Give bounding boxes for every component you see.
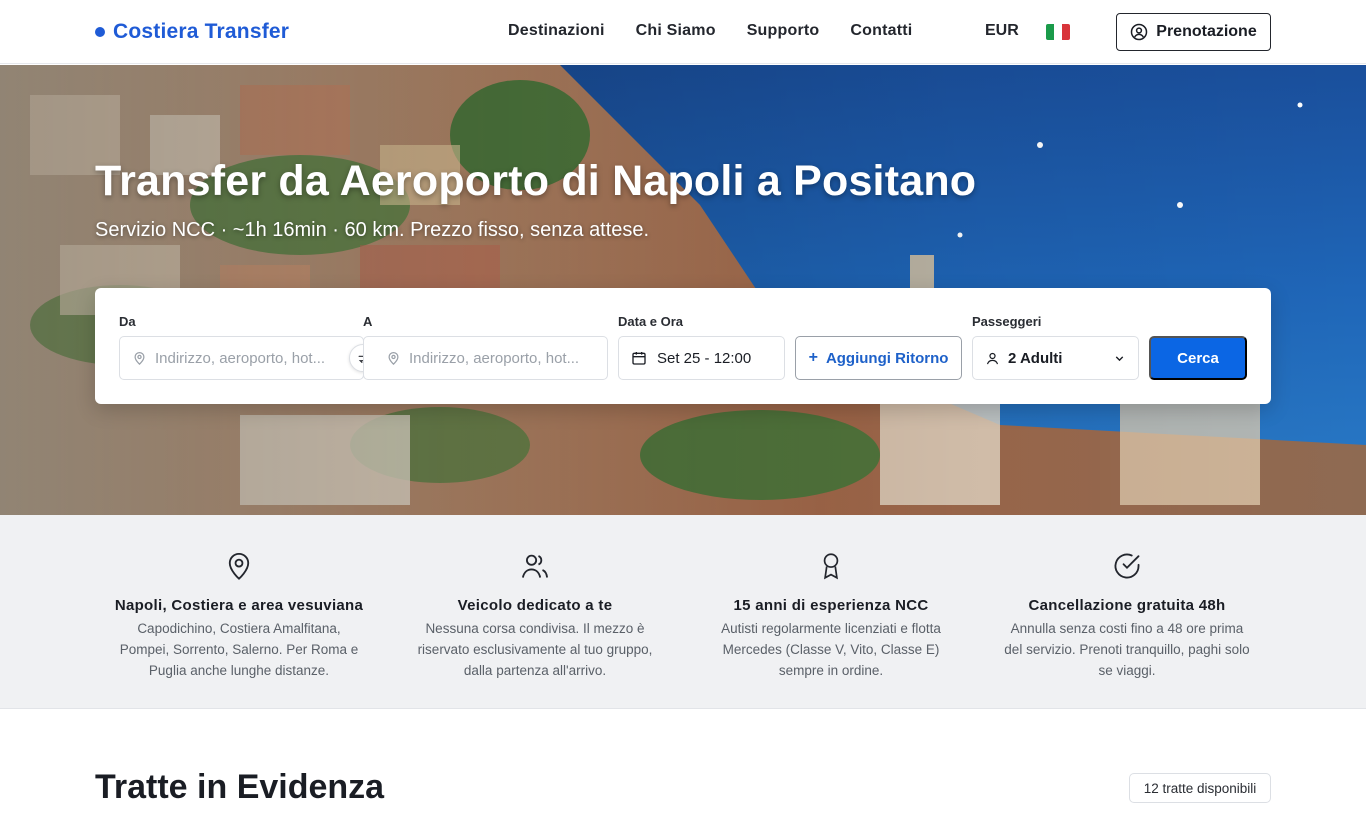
nav-item-contatti[interactable]: Contatti (850, 22, 912, 40)
top-header: Costiera Transfer Destinazioni Chi Siamo… (0, 0, 1366, 64)
to-input[interactable]: Indirizzo, aeroporto, hot... (409, 350, 589, 367)
nav-item-destinazioni[interactable]: Destinazioni (508, 22, 605, 40)
italy-flag-icon[interactable] (1046, 24, 1070, 40)
hero-subtitle: Servizio NCC · ~1h 16min · 60 km. Prezzo… (95, 219, 650, 241)
booking-button[interactable]: Prenotazione (1116, 13, 1271, 51)
add-return-label: Aggiungi Ritorno (825, 349, 949, 367)
check-circle-icon (1114, 553, 1140, 579)
hero-title: Transfer da Aeroporto di Napoli a Posita… (95, 157, 977, 205)
passengers-label: Passeggeri (972, 314, 1042, 329)
feature-description: Annulla senza costi fino a 48 ore prima … (1004, 621, 1250, 678)
map-pin-icon (388, 351, 399, 365)
brand-logo[interactable]: Costiera Transfer (95, 20, 289, 44)
flag-green-stripe (1046, 24, 1054, 40)
from-label: Da (119, 314, 136, 329)
passengers-value: 2 Adulti (1008, 349, 1063, 367)
brand-name: Costiera Transfer (113, 20, 290, 43)
date-field[interactable]: Set 25 - 12:00 (618, 336, 785, 380)
feature-private-vehicle: Veicolo dedicato a te Nessuna corsa cond… (410, 551, 660, 681)
main-nav: Destinazioni Chi Siamo Supporto Contatti (508, 22, 912, 40)
featured-routes-title: Tratte in Evidenza (95, 768, 385, 806)
feature-title: Napoli, Costiera e area vesuviana (114, 597, 364, 614)
date-label: Data e Ora (618, 314, 684, 329)
flag-white-stripe (1054, 24, 1062, 40)
booking-button-label: Prenotazione (1156, 23, 1257, 40)
to-label: A (363, 314, 373, 329)
map-pin-icon (228, 552, 250, 580)
calendar-icon (632, 352, 646, 365)
to-field[interactable]: Indirizzo, aeroporto, hot... (363, 336, 608, 380)
award-icon (823, 553, 839, 580)
feature-title: Cancellazione gratuita 48h (1028, 597, 1226, 614)
feature-free-cancellation: Cancellazione gratuita 48h Annulla senza… (1002, 551, 1252, 681)
from-input[interactable]: Indirizzo, aeroporto, hot... (155, 350, 355, 367)
plus-icon: + (808, 349, 818, 366)
map-pin-icon (134, 351, 145, 365)
feature-description: Autisti regolarmente licenziati e flotta… (721, 621, 941, 678)
feature-description: Nessuna corsa condivisa. Il mezzo è rise… (417, 621, 653, 678)
chevron-down-icon (1115, 355, 1124, 361)
search-card: Da Indirizzo, aeroporto, hot... A Indiri… (95, 288, 1271, 404)
from-field[interactable]: Indirizzo, aeroporto, hot... (119, 336, 364, 380)
feature-title: 15 anni di esperienza NCC (733, 597, 929, 614)
passengers-select[interactable]: 2 Adulti (972, 336, 1139, 380)
user-circle-icon (1131, 23, 1148, 41)
user-icon (986, 352, 999, 364)
users-icon (521, 554, 549, 578)
features-section: Napoli, Costiera e area vesuviana Capodi… (0, 515, 1366, 709)
nav-item-chi-siamo[interactable]: Chi Siamo (636, 22, 716, 40)
date-value: Set 25 - 12:00 (657, 349, 752, 367)
brand-dot-icon (95, 27, 105, 37)
feature-experience: 15 anni di esperienza NCC Autisti regola… (706, 551, 956, 681)
add-return-button[interactable]: + Aggiungi Ritorno (795, 336, 962, 380)
flag-red-stripe (1062, 24, 1070, 40)
feature-description: Capodichino, Costiera Amalfitana, Pompei… (119, 621, 359, 678)
currency-selector[interactable]: EUR (985, 22, 1019, 40)
nav-item-supporto[interactable]: Supporto (747, 22, 820, 40)
feature-title: Veicolo dedicato a te (457, 597, 613, 614)
feature-coverage: Napoli, Costiera e area vesuviana Capodi… (114, 551, 364, 681)
search-button[interactable]: Cerca (1149, 336, 1247, 380)
routes-count-badge: 12 tratte disponibili (1129, 773, 1271, 803)
